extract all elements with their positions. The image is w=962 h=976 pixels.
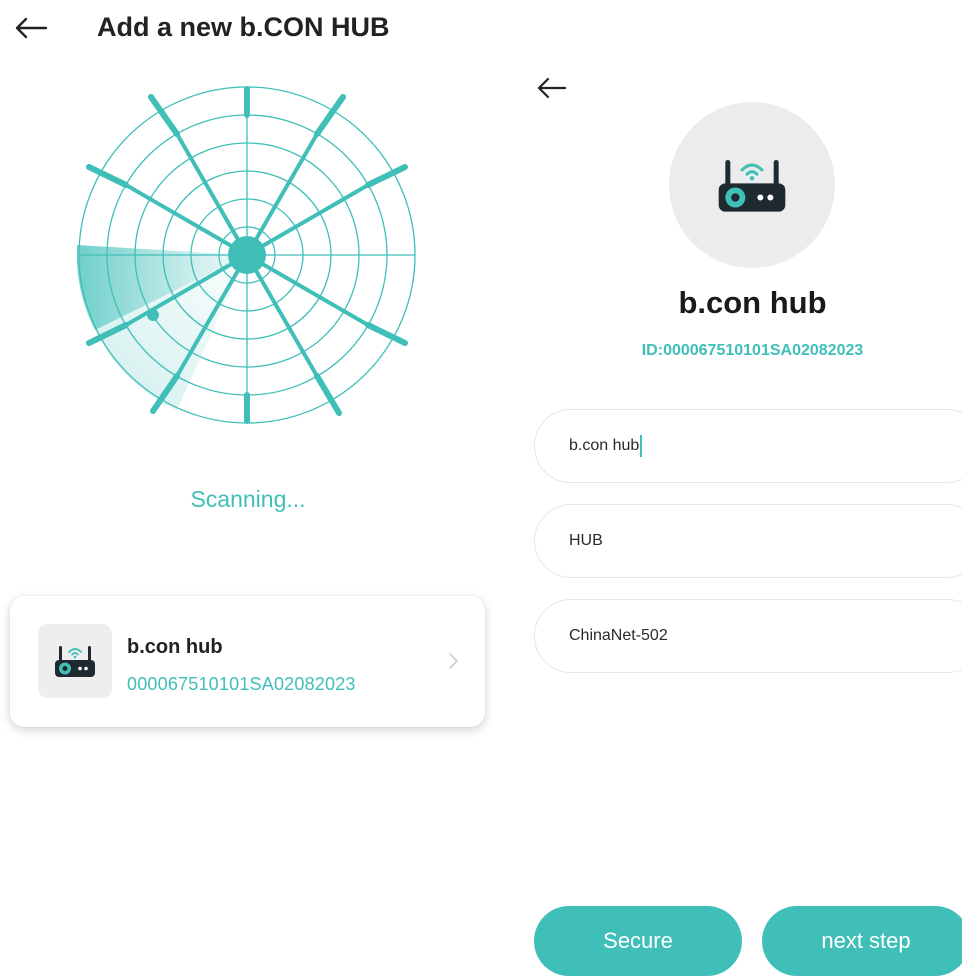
wifi-network-value: ChinaNet-502 <box>569 627 668 644</box>
device-title: b.con hub <box>678 285 827 320</box>
scanning-status: Scanning... <box>190 486 306 512</box>
secure-button[interactable]: Secure <box>534 906 742 976</box>
device-icon-box <box>38 624 112 698</box>
device-id: 000067510101SA02082023 <box>127 674 356 694</box>
wifi-network-input[interactable]: ChinaNet-502 <box>534 599 962 673</box>
back-arrow-icon[interactable] <box>14 16 48 40</box>
back-arrow-icon[interactable] <box>536 76 570 100</box>
device-type-value: HUB <box>569 532 603 549</box>
text-caret <box>640 435 643 457</box>
device-name: b.con hub <box>127 636 223 658</box>
device-type-input[interactable]: HUB <box>534 504 962 578</box>
device-name-value: b.con hub <box>569 437 640 454</box>
device-name-input[interactable]: b.con hub <box>534 409 962 483</box>
chevron-right-icon <box>449 653 458 669</box>
found-device-card[interactable]: b.con hub 000067510101SA02082023 <box>10 596 485 727</box>
radar-scan-graphic <box>77 86 416 424</box>
device-id-label: ID:000067510101SA02082023 <box>641 342 864 359</box>
next-step-button[interactable]: next step <box>762 906 962 976</box>
router-wifi-icon <box>718 160 786 212</box>
page-title: Add a new b.CON HUB <box>97 12 390 42</box>
router-wifi-icon <box>55 646 95 677</box>
device-avatar <box>669 102 835 268</box>
